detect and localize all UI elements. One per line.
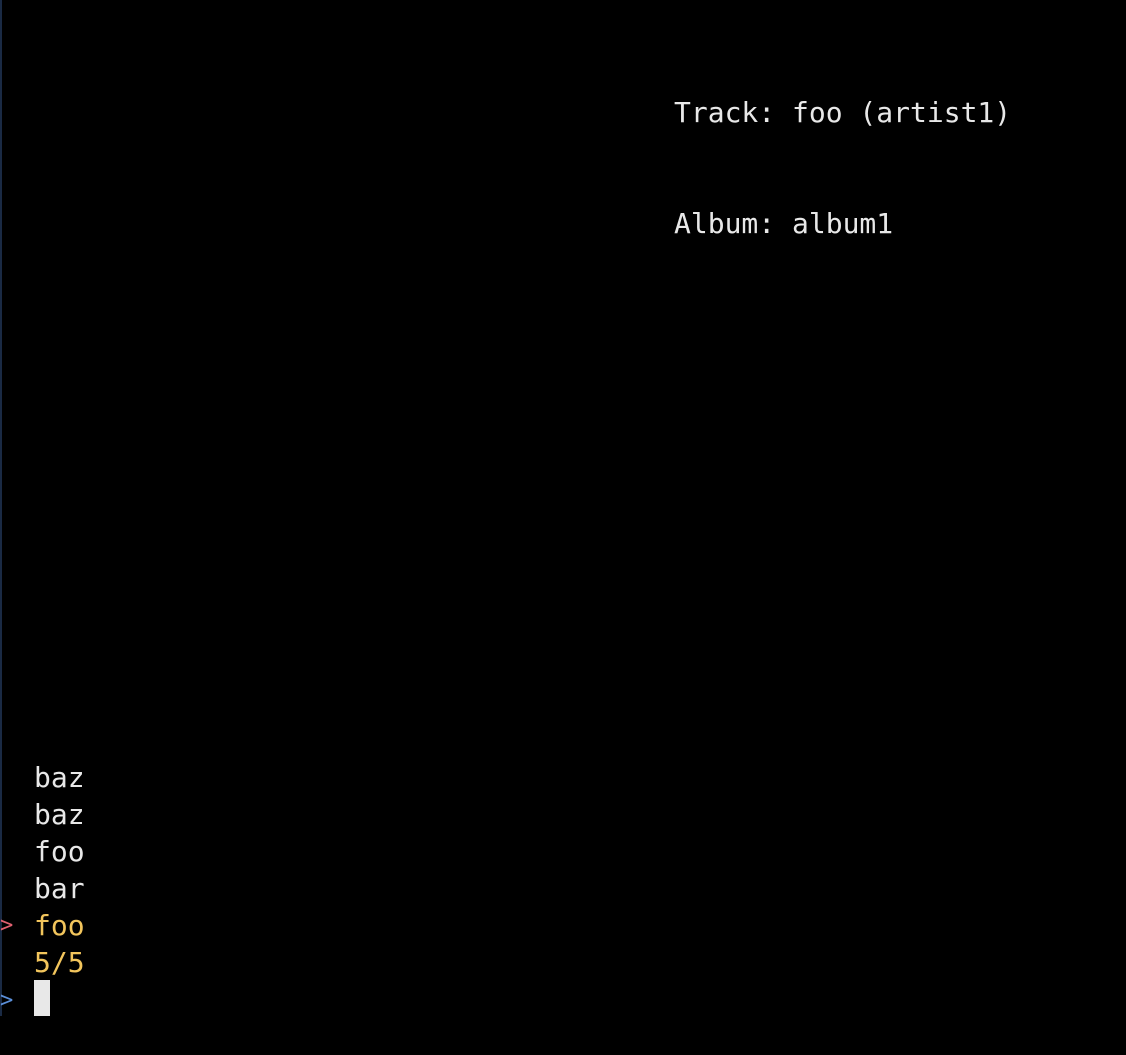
- preview-pane: Track: foo (artist1) Album: album1: [674, 20, 1011, 279]
- list-item[interactable]: bar: [0, 870, 85, 907]
- query-prompt[interactable]: >: [0, 980, 1126, 1016]
- list-item-label: foo: [34, 909, 85, 942]
- match-counter: 5/5: [34, 946, 85, 979]
- list-item-label: baz: [34, 761, 85, 794]
- list-item-label: foo: [34, 835, 85, 868]
- match-counter-row: 5/5: [0, 944, 85, 981]
- list-item-label: bar: [34, 872, 85, 905]
- preview-track-line: Track: foo (artist1): [674, 96, 1012, 129]
- selection-pointer-icon: >: [0, 913, 14, 938]
- list-item[interactable]: baz: [0, 796, 85, 833]
- preview-album-line: Album: album1: [674, 207, 894, 240]
- text-cursor: [34, 980, 50, 1016]
- list-item-label: baz: [34, 798, 85, 831]
- list-item-selected[interactable]: > foo: [0, 907, 85, 944]
- prompt-chevron-icon: >: [0, 988, 14, 1013]
- list-item[interactable]: baz: [0, 759, 85, 796]
- list-item[interactable]: foo: [0, 833, 85, 870]
- results-list: baz baz foo bar > foo 5/5: [0, 759, 85, 981]
